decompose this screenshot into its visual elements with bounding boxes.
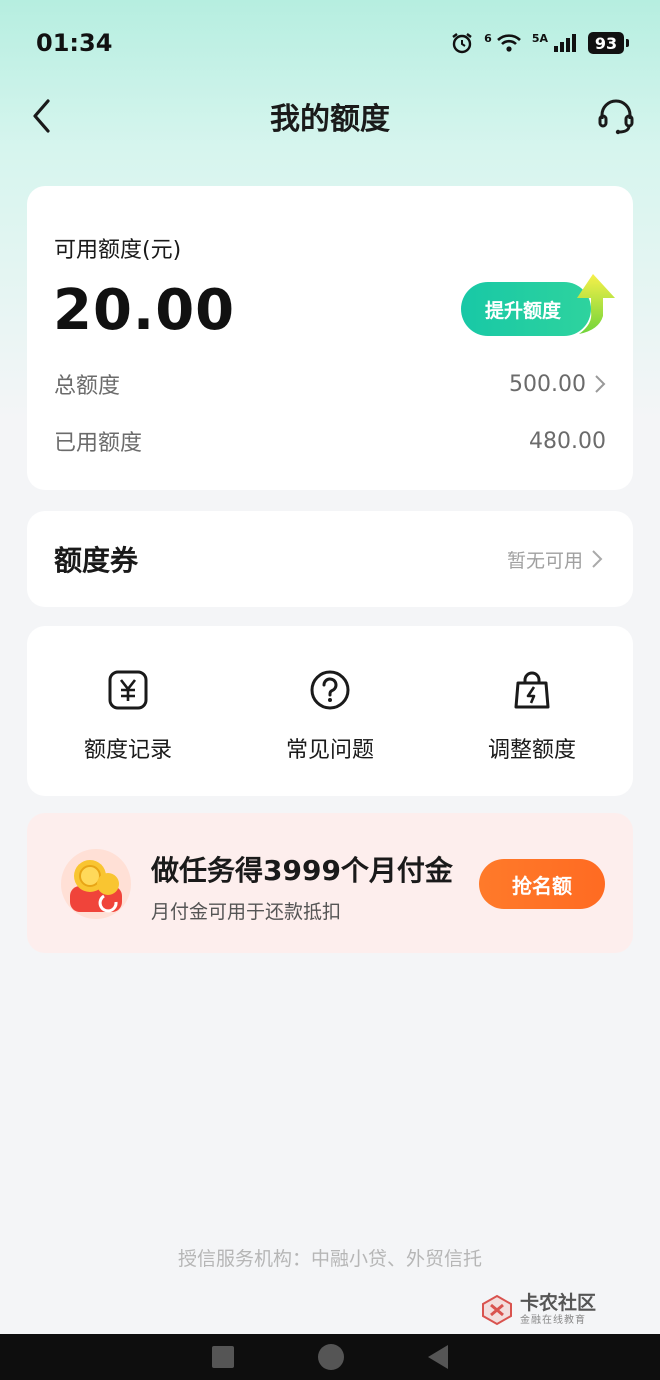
signal-icon xyxy=(552,32,578,54)
promo-title: 做任务得3999个月付金 xyxy=(151,854,453,887)
network-label: 5A xyxy=(531,31,548,45)
raise-quota-label: 提升额度 xyxy=(485,299,562,322)
credit-institution-note: 授信服务机构：中融小贷、外贸信托 xyxy=(177,1248,482,1270)
wifi-icon xyxy=(496,32,522,54)
status-icons: 6 5A 93 xyxy=(450,31,629,55)
customer-service-button[interactable] xyxy=(596,96,636,136)
status-bar: 01:34 6 5A 93 xyxy=(0,0,660,86)
status-time: 01:34 xyxy=(36,29,113,57)
total-quota-value-wrap: 500.00 xyxy=(509,372,606,397)
chevron-right-icon xyxy=(592,550,603,568)
chevron-right-icon xyxy=(595,375,606,393)
watermark-text: 卡农社区 金融在线教育 xyxy=(520,1294,596,1326)
available-quota-amount: 20.00 xyxy=(53,278,236,343)
yen-receipt-icon xyxy=(106,668,150,712)
shortcut-label: 调整额度 xyxy=(487,738,576,763)
page-title: 我的额度 xyxy=(270,102,390,137)
watermark-logo-icon xyxy=(482,1294,512,1326)
total-quota-label: 总额度 xyxy=(54,374,121,399)
quota-card: 可用额度(元) 20.00 提升额度 总额度 500.00 已用额度 480.0… xyxy=(27,186,633,490)
wifi-label: 6 xyxy=(484,31,492,45)
battery-icon: 93 xyxy=(588,32,629,54)
shortcut-label: 常见问题 xyxy=(285,738,374,763)
shortcut-card: 额度记录 常见问题 调整额度 xyxy=(27,626,633,796)
arrow-up-icon xyxy=(577,274,615,334)
watermark-sub: 金融在线教育 xyxy=(520,1315,586,1326)
coin-wallet-icon xyxy=(61,849,131,919)
back-button[interactable] xyxy=(22,96,62,136)
total-quota-value: 500.00 xyxy=(509,371,586,397)
shortcut-faq[interactable]: 常见问题 xyxy=(229,626,431,796)
watermark-main: 卡农社区 xyxy=(520,1292,597,1314)
coupon-status-wrap: 暂无可用 xyxy=(507,546,603,573)
used-quota-row: 已用额度 480.00 xyxy=(54,423,606,459)
used-quota-value: 480.00 xyxy=(529,428,606,454)
quota-coupon-card[interactable]: 额度券 暂无可用 xyxy=(27,511,633,607)
alarm-icon xyxy=(450,31,474,55)
coupon-status: 暂无可用 xyxy=(506,549,583,572)
chevron-left-icon xyxy=(33,99,50,133)
system-nav-bar xyxy=(0,1334,660,1380)
system-back-button[interactable] xyxy=(428,1345,448,1369)
promo-banner[interactable]: 做任务得3999个月付金 月付金可用于还款抵扣 抢名额 xyxy=(27,813,633,953)
grab-slot-label: 抢名额 xyxy=(512,873,572,898)
total-quota-row[interactable]: 总额度 500.00 xyxy=(54,366,606,402)
used-quota-label: 已用额度 xyxy=(54,431,143,456)
shortcut-label: 额度记录 xyxy=(83,738,172,763)
coupon-title: 额度券 xyxy=(54,544,139,577)
recent-apps-button[interactable] xyxy=(212,1346,234,1368)
question-circle-icon xyxy=(308,668,352,712)
shortcut-adjust-quota[interactable]: 调整额度 xyxy=(431,626,633,796)
shortcut-quota-record[interactable]: 额度记录 xyxy=(27,626,229,796)
watermark: 卡农社区 金融在线教育 xyxy=(480,1290,610,1330)
available-quota-label: 可用额度(元) xyxy=(54,238,182,263)
headset-icon xyxy=(598,99,634,135)
home-button[interactable] xyxy=(318,1344,344,1370)
promo-subtitle: 月付金可用于还款抵扣 xyxy=(151,901,342,923)
grab-slot-button[interactable]: 抢名额 xyxy=(479,859,605,909)
page-header: 我的额度 xyxy=(0,86,660,146)
bag-bolt-icon xyxy=(510,668,554,712)
